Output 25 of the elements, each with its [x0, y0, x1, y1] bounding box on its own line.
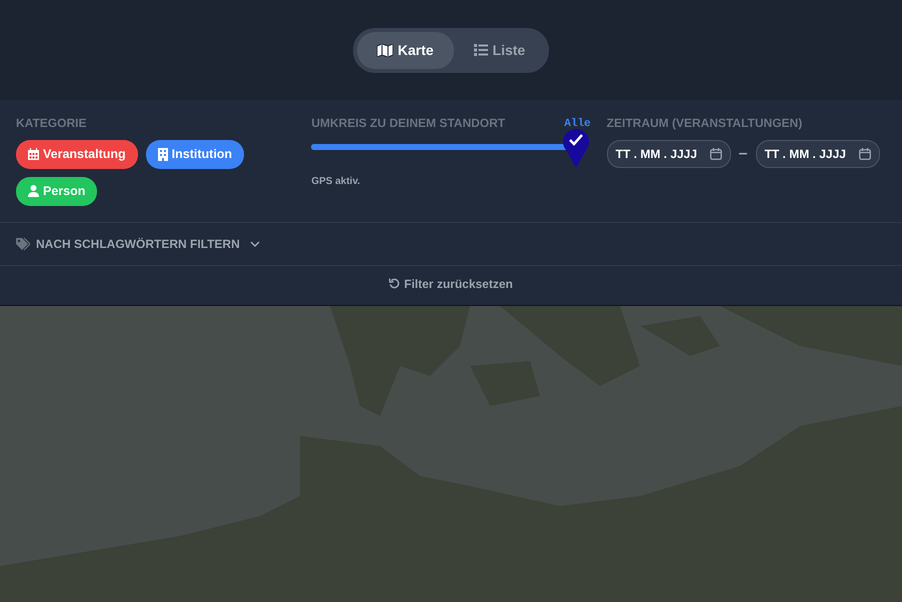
radius-title: UMKREIS ZU DEINEM STANDORT [311, 115, 506, 132]
person-icon [28, 185, 39, 198]
radius-reading: Alle [564, 116, 591, 132]
category-title: KATEGORIE [16, 115, 88, 132]
map-icon [376, 44, 393, 56]
calendar-icon [710, 148, 722, 160]
date-field[interactable]: TT . MM . JJJJ [756, 140, 880, 168]
view-tab[interactable]: Liste [454, 32, 546, 68]
tags-icon [16, 238, 30, 250]
calendar-icon [858, 148, 871, 160]
reset-icon [389, 278, 400, 289]
gps-status: GPS aktiv. [311, 175, 360, 189]
calendar-icon [28, 148, 39, 160]
category-chip[interactable]: Veranstaltung [16, 140, 138, 169]
reset-filter-button[interactable]: Filter zurücksetzen [389, 274, 513, 292]
period-title: ZEITRAUM (VERANSTALTUNGEN) [606, 115, 804, 132]
category-chip[interactable]: Institution [146, 140, 244, 169]
tag-filter-toggle[interactable]: NACH SCHLAGWÖRTERN FILTERN [16, 234, 260, 252]
date-separator: – [738, 144, 748, 164]
view-tab[interactable]: Karte [356, 32, 454, 68]
building-icon [158, 148, 168, 161]
date-field[interactable]: TT . MM . JJJJ [606, 140, 731, 168]
radius-slider[interactable] [311, 126, 591, 168]
slider-thumb[interactable] [562, 126, 589, 168]
list-icon [474, 44, 488, 56]
